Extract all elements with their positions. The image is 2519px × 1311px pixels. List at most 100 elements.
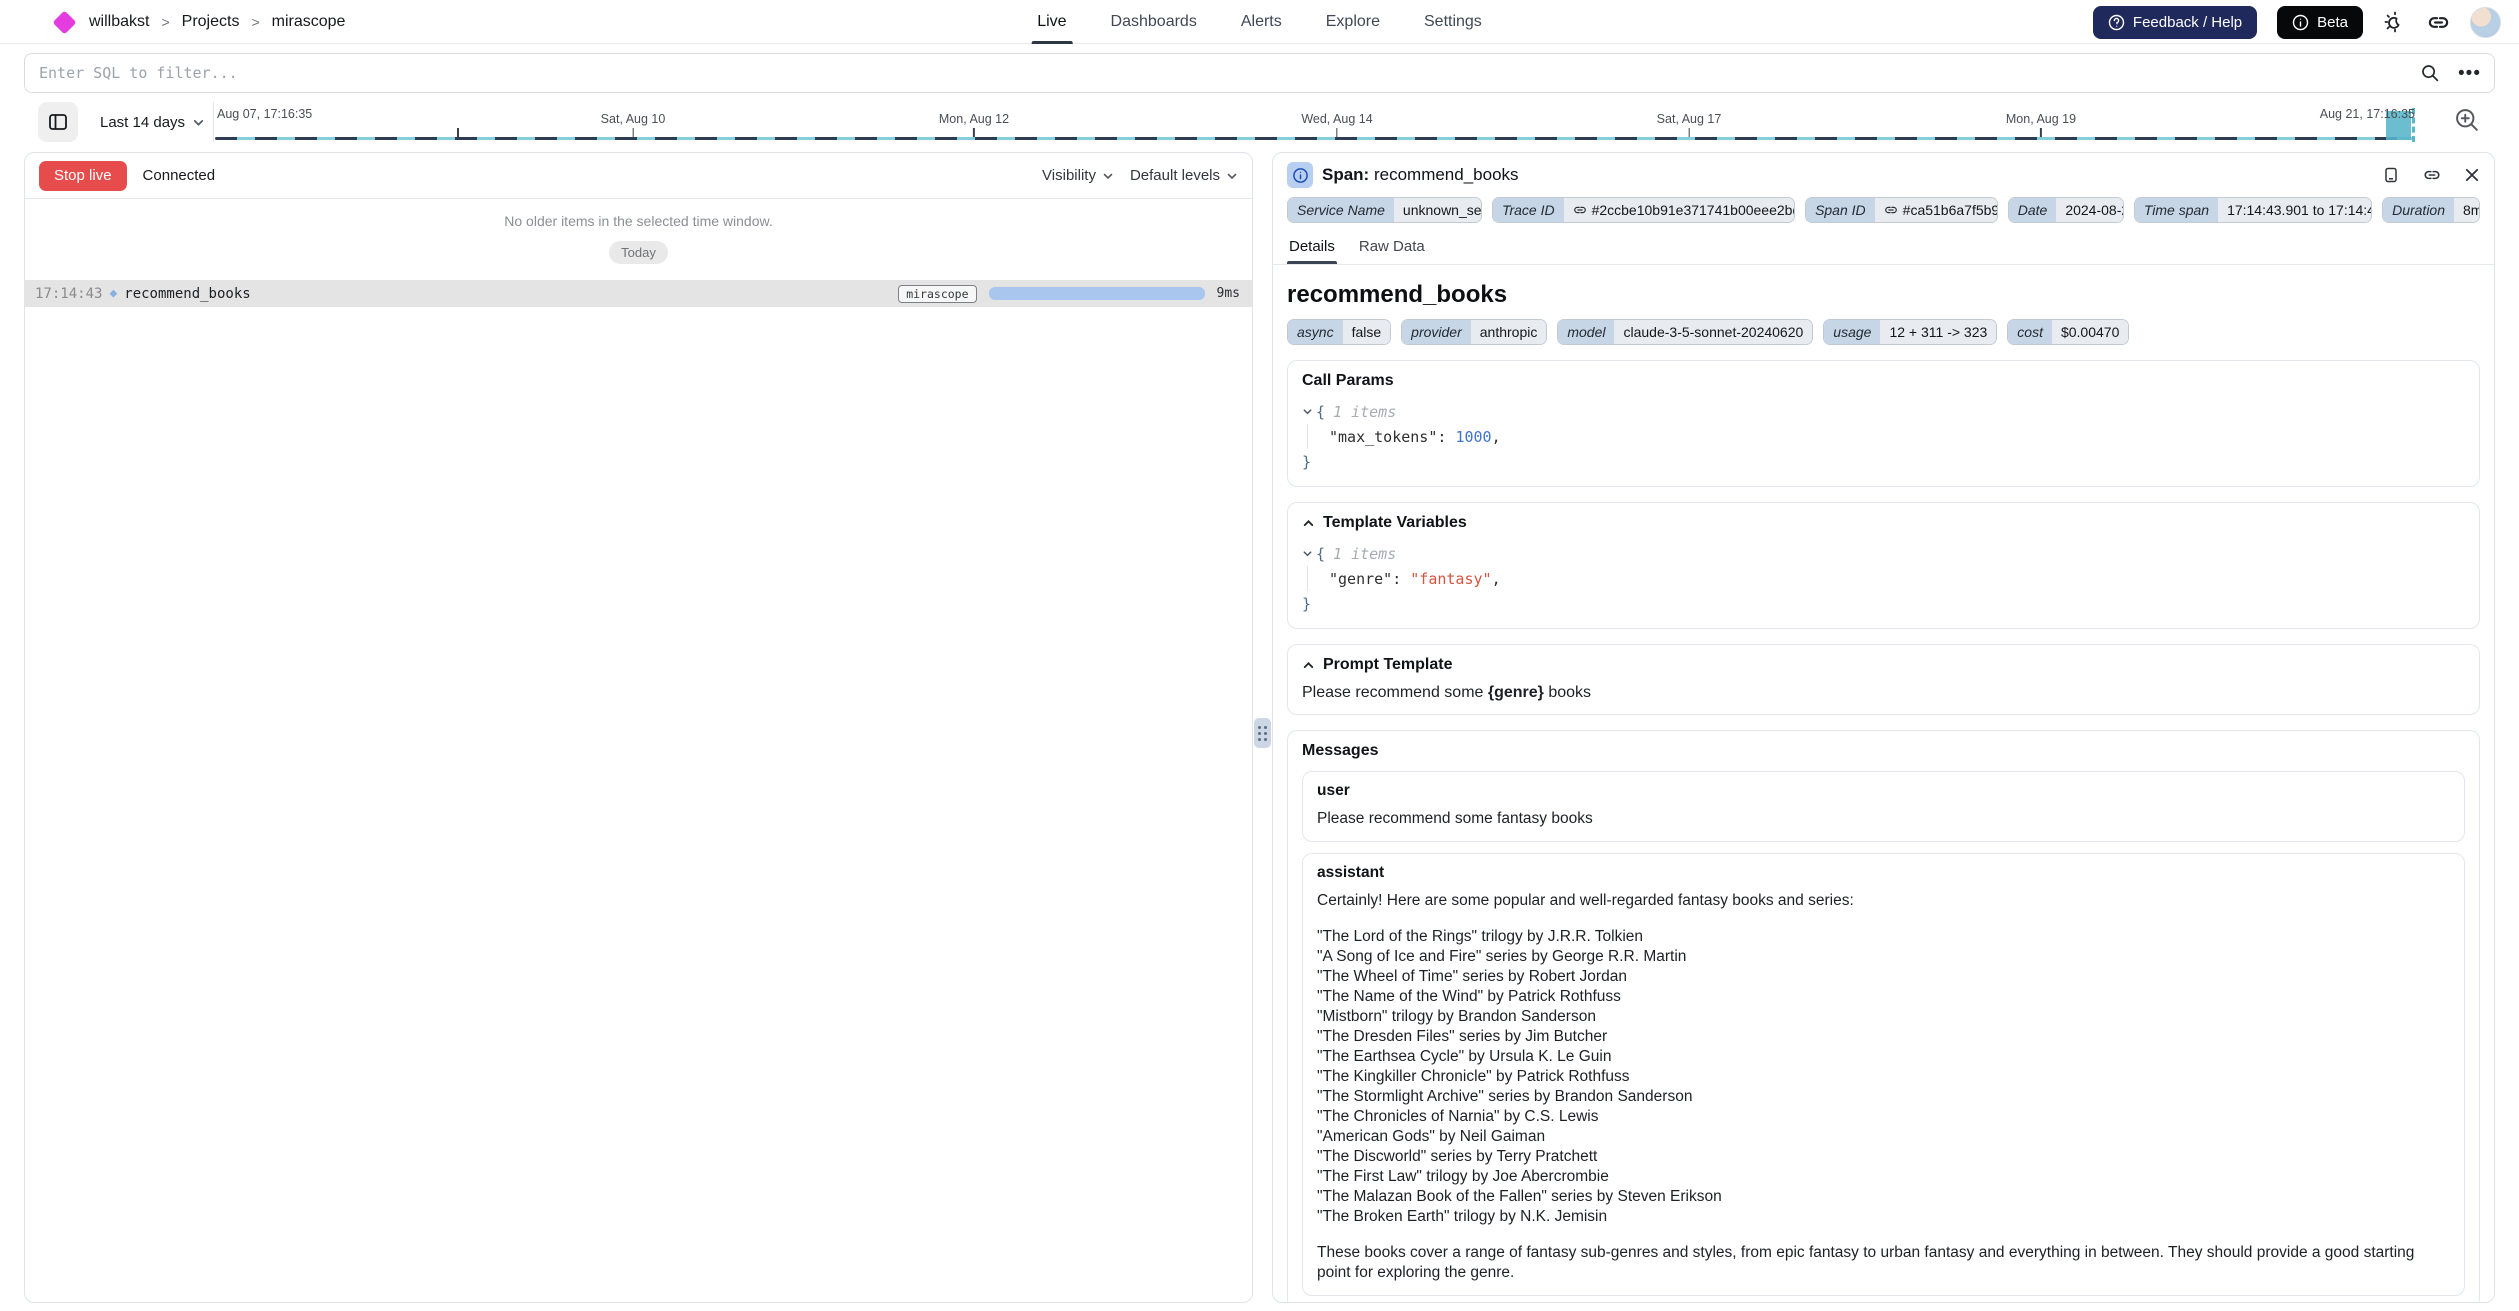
default-levels-dropdown[interactable]: Default levels xyxy=(1130,167,1238,184)
grip-icon[interactable] xyxy=(1254,718,1271,748)
book-line: "The Chronicles of Narnia" by C.S. Lewis xyxy=(1317,1107,2450,1127)
book-line: "The Earthsea Cycle" by Ursula K. Le Gui… xyxy=(1317,1047,2450,1067)
duration-bar xyxy=(989,287,1205,300)
prompt-template-card: Prompt Template Please recommend some {g… xyxy=(1287,644,2480,715)
prompt-template-title[interactable]: Prompt Template xyxy=(1302,656,2465,674)
book-line: "The Dresden Files" series by Jim Butche… xyxy=(1317,1027,2450,1047)
detail-tab[interactable]: Raw Data xyxy=(1359,238,1425,264)
timeline-plot[interactable]: Aug 07, 17:16:35 Sat, Aug 10 Mon, Aug 12… xyxy=(215,102,2415,142)
main-nav: Live Dashboards Alerts Explore Settings xyxy=(1037,0,1482,44)
attribute-badge: cost $0.00470 xyxy=(2007,319,2129,345)
link-icon[interactable] xyxy=(1573,203,1587,217)
beta-label: Beta xyxy=(2317,14,2348,31)
meta-badge: Trace ID #2ccbe10b91e371741b00eee2bdbc00… xyxy=(1492,197,1795,223)
feedback-help-button[interactable]: Feedback / Help xyxy=(2093,6,2257,39)
nav-tab[interactable]: Alerts xyxy=(1241,0,1282,44)
timeline-tick: Mon, Aug 12 xyxy=(939,112,1009,137)
assistant-message: assistant Certainly! Here are some popul… xyxy=(1302,853,2465,1296)
span-detail-panel: Span: recommend_books Service Name unkno… xyxy=(1272,152,2495,1303)
sql-filter-input[interactable] xyxy=(24,53,2495,93)
span-list-item[interactable]: 17:14:43 ◆ recommend_books mirascope 9ms xyxy=(25,280,1252,307)
question-circle-icon xyxy=(2108,14,2125,31)
book-line: "A Song of Ice and Fire" series by Georg… xyxy=(1317,947,2450,967)
book-line: "The Lord of the Rings" trilogy by J.R.R… xyxy=(1317,927,2450,947)
meta-badge: Date 2024-08-21 xyxy=(2008,197,2124,223)
collapse-caret-icon[interactable] xyxy=(1302,406,1313,417)
avatar[interactable] xyxy=(2470,7,2501,38)
book-line: "The Stormlight Archive" series by Brand… xyxy=(1317,1087,2450,1107)
chevron-down-icon xyxy=(192,116,205,129)
template-variables-title[interactable]: Template Variables xyxy=(1302,514,2465,532)
attribute-badge: async false xyxy=(1287,319,1391,345)
filter-bar: ••• xyxy=(24,53,2495,93)
chevron-up-icon xyxy=(1302,659,1315,672)
meta-badge: Service Name unknown_service xyxy=(1287,197,1482,223)
book-line: "The Discworld" series by Terry Pratchet… xyxy=(1317,1147,2450,1167)
timeline-tick: Sat, Aug 17 xyxy=(1657,112,1722,137)
call-params-title: Call Params xyxy=(1302,372,2465,390)
sidebar-toggle-button[interactable] xyxy=(38,102,78,142)
attribute-badge: usage 12 + 311 -> 323 xyxy=(1823,319,1997,345)
span-name-text: recommend_books xyxy=(1369,165,1518,184)
stop-live-button[interactable]: Stop live xyxy=(39,161,127,191)
detail-tabs: Details Raw Data xyxy=(1273,233,2494,265)
span-meta-row: Service Name unknown_service Trace ID #2… xyxy=(1273,195,2494,233)
timeline-tick xyxy=(457,128,459,137)
beta-button[interactable]: Beta xyxy=(2277,6,2363,39)
close-icon[interactable] xyxy=(2464,167,2480,183)
breadcrumb-org[interactable]: willbakst xyxy=(89,13,149,31)
connection-status: Connected xyxy=(143,167,216,184)
message-text: Please recommend some fantasy books xyxy=(1317,809,2450,829)
detail-tab[interactable]: Details xyxy=(1289,238,1335,264)
time-range-label: Last 14 days xyxy=(100,114,185,131)
header-actions: Feedback / Help Beta xyxy=(2093,0,2501,44)
nav-tab[interactable]: Explore xyxy=(1326,0,1380,44)
timeline-tick: Sat, Aug 10 xyxy=(601,112,666,137)
span-info-chip xyxy=(1287,162,1313,188)
template-variable-token: {genre} xyxy=(1488,684,1544,701)
chevron-right-icon: > xyxy=(249,14,261,30)
timeline-bar: Last 14 days Aug 07, 17:16:35 Sat, Aug 1… xyxy=(24,100,2495,146)
feedback-help-label: Feedback / Help xyxy=(2133,14,2242,31)
call-params-json: { 1 items "max_tokens": 1000, } xyxy=(1302,399,2465,474)
dock-panel-icon[interactable] xyxy=(2382,166,2400,184)
breadcrumb-projects[interactable]: Projects xyxy=(182,13,240,31)
meta-badge: Duration 8ms xyxy=(2382,197,2480,223)
chevron-down-icon xyxy=(1226,170,1238,182)
panel-left-icon xyxy=(47,111,69,133)
nav-tab[interactable]: Settings xyxy=(1424,0,1482,44)
empty-window-message: No older items in the selected time wind… xyxy=(25,213,1252,229)
chevron-up-icon xyxy=(1302,517,1315,530)
span-attributes-row: async false provider anthropic model cla… xyxy=(1287,319,2480,345)
more-options-icon[interactable]: ••• xyxy=(2458,64,2481,83)
breadcrumb-project[interactable]: mirascope xyxy=(272,13,346,31)
nav-tab[interactable]: Dashboards xyxy=(1111,0,1197,44)
zoom-in-button[interactable] xyxy=(2453,106,2481,134)
theme-toggle-icon[interactable] xyxy=(2383,10,2407,34)
search-icon[interactable] xyxy=(2420,63,2440,83)
messages-card: Messages user Please recommend some fant… xyxy=(1287,730,2480,1303)
default-levels-label: Default levels xyxy=(1130,167,1220,184)
user-message: user Please recommend some fantasy books xyxy=(1302,771,2465,842)
zoom-in-icon xyxy=(2453,106,2481,134)
book-list: "The Lord of the Rings" trilogy by J.R.R… xyxy=(1317,927,2450,1227)
share-link-icon[interactable] xyxy=(2427,11,2450,34)
span-detail-header: Span: recommend_books xyxy=(1273,153,2494,195)
time-range-select[interactable]: Last 14 days xyxy=(100,102,205,142)
span-label: Span: xyxy=(1322,165,1369,184)
link-icon[interactable] xyxy=(1884,203,1898,217)
info-circle-icon xyxy=(2292,14,2309,31)
collapse-caret-icon[interactable] xyxy=(1302,548,1313,559)
call-params-card: Call Params { 1 items "max_tokens": 1000… xyxy=(1287,360,2480,487)
book-line: "The First Law" trilogy by Joe Abercromb… xyxy=(1317,1167,2450,1187)
book-line: "The Broken Earth" trilogy by N.K. Jemis… xyxy=(1317,1207,2450,1227)
nav-tab[interactable]: Live xyxy=(1037,0,1066,44)
live-controls: Stop live Connected Visibility Default l… xyxy=(25,153,1252,199)
visibility-dropdown[interactable]: Visibility xyxy=(1042,167,1114,184)
messages-title: Messages xyxy=(1302,742,2465,760)
message-intro: Certainly! Here are some popular and wel… xyxy=(1317,891,2450,911)
copy-link-icon[interactable] xyxy=(2423,166,2441,184)
timeline-end-label: Aug 21, 17:16:35 xyxy=(2320,107,2415,121)
panel-resize-handle[interactable] xyxy=(1253,152,1272,1303)
live-list-panel: Stop live Connected Visibility Default l… xyxy=(24,152,1253,1303)
